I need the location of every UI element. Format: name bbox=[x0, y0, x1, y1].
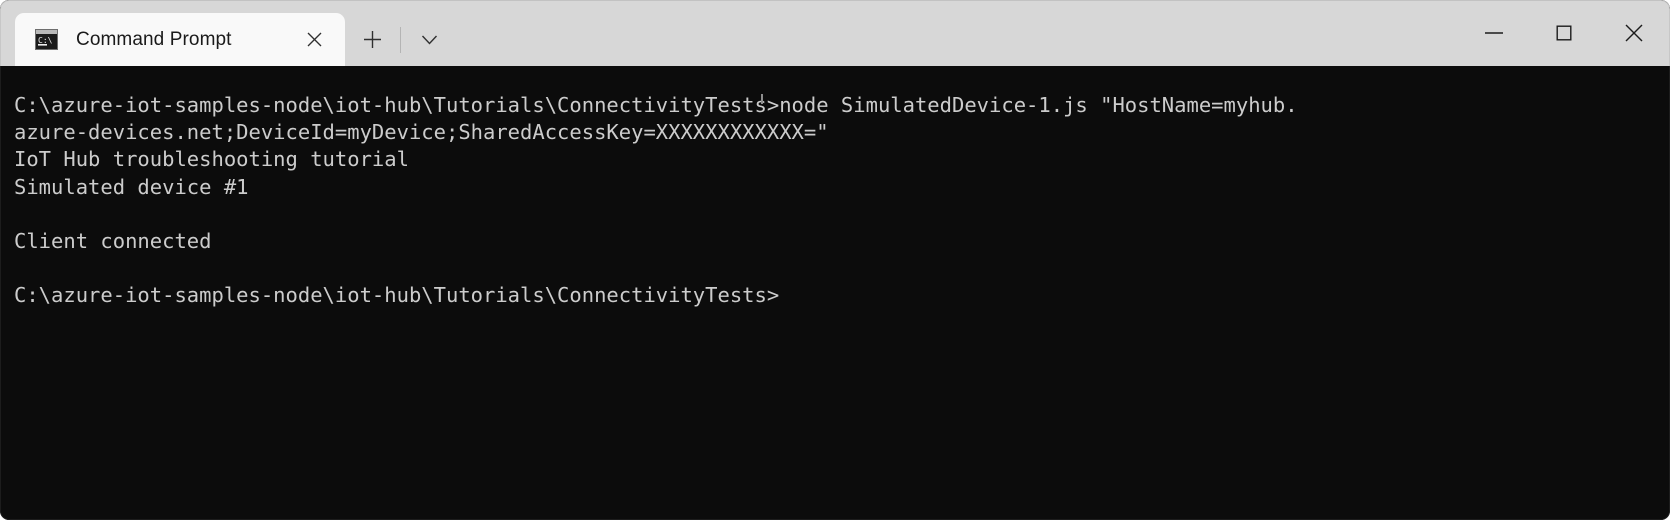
maximize-button[interactable] bbox=[1529, 0, 1599, 66]
tab-strip: C:\ Command Prompt bbox=[1, 0, 450, 66]
window-controls bbox=[1459, 0, 1669, 66]
tab-close-button[interactable] bbox=[297, 23, 331, 57]
terminal-body[interactable]: C:\azure-iot-samples-node\iot-hub\Tutori… bbox=[0, 66, 1670, 520]
minimize-icon bbox=[1485, 32, 1503, 34]
minimize-button[interactable] bbox=[1459, 0, 1529, 66]
chevron-down-icon bbox=[421, 35, 437, 45]
command-prompt-icon: C:\ bbox=[35, 29, 58, 50]
text-cursor bbox=[761, 94, 763, 104]
svg-text:C:\: C:\ bbox=[38, 36, 53, 45]
title-bar: C:\ Command Prompt bbox=[0, 0, 1670, 66]
window-close-button[interactable] bbox=[1599, 0, 1669, 66]
plus-icon bbox=[363, 31, 381, 48]
tab-command-prompt[interactable]: C:\ Command Prompt bbox=[15, 13, 345, 66]
close-icon bbox=[1625, 24, 1643, 42]
close-icon bbox=[307, 32, 321, 47]
console-output: C:\azure-iot-samples-node\iot-hub\Tutori… bbox=[14, 93, 1298, 308]
terminal-window: C:\ Command Prompt C:\azure-iot-samples-… bbox=[0, 0, 1670, 520]
title-bar-spacer bbox=[450, 0, 1459, 66]
tab-label: Command Prompt bbox=[76, 28, 232, 50]
tab-actions-divider bbox=[400, 26, 401, 53]
new-tab-button[interactable] bbox=[351, 19, 393, 61]
maximize-icon bbox=[1556, 25, 1572, 41]
tab-actions bbox=[345, 13, 450, 66]
tab-dropdown-button[interactable] bbox=[408, 19, 450, 61]
